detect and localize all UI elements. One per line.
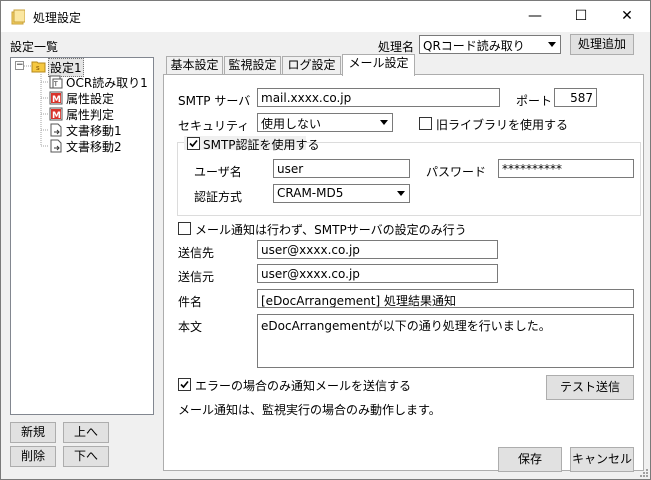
from-label: 送信元 — [178, 270, 215, 284]
auth-method-value: CRAM-MD5 — [277, 186, 344, 200]
auth-method-select[interactable]: CRAM-MD5 — [273, 184, 410, 203]
attribute-judge-icon: M — [49, 107, 63, 121]
from-input[interactable]: user@xxxx.co.jp — [257, 264, 498, 283]
tree-item-label: OCR読み取り1 — [66, 76, 148, 90]
close-button[interactable]: ✕ — [604, 1, 650, 31]
username-label: ユーザ名 — [194, 165, 242, 179]
port-label: ポート — [516, 94, 553, 108]
auth-method-label: 認証方式 — [194, 190, 243, 204]
process-name-value: QRコード読み取り — [423, 39, 525, 53]
move-down-button[interactable]: 下へ — [63, 446, 109, 467]
smtp-server-label: SMTP サーバ — [178, 94, 251, 108]
checkmark-icon — [189, 139, 198, 148]
dropdown-arrow-icon — [393, 185, 409, 202]
process-name-select[interactable]: QRコード読み取り — [419, 35, 561, 54]
checkmark-icon — [180, 380, 189, 389]
smtp-server-input[interactable]: mail.xxxx.co.jp — [257, 88, 500, 107]
minimize-icon: — — [528, 8, 542, 24]
cancel-button[interactable]: キャンセル — [570, 447, 634, 472]
smtp-auth-checkbox[interactable] — [187, 137, 200, 150]
settings-tree[interactable]: − s 設定1 T OCR読み取り1 M 属性設定 M 属性判定 文書移動1 文… — [10, 57, 154, 415]
error-only-label: エラーの場合のみ通知メールを送信する — [195, 379, 412, 393]
maximize-icon: ☐ — [574, 8, 588, 24]
smtp-only-checkbox[interactable] — [178, 222, 191, 235]
move-up-button[interactable]: 上へ — [63, 422, 109, 443]
body-textarea[interactable]: eDocArrangementが以下の通り処理を行いました。 — [257, 314, 634, 368]
tree-item-label: 文書移動2 — [66, 140, 122, 154]
error-only-checkbox[interactable] — [178, 378, 191, 391]
tab-log-settings[interactable]: ログ設定 — [282, 56, 341, 75]
svg-text:T: T — [53, 81, 58, 88]
folder-icon: s — [31, 61, 46, 73]
title-bar: 処理設定 — ☐ ✕ — [1, 1, 650, 32]
mail-note: メール通知は、監視実行の場合のみ動作します。 — [178, 403, 441, 417]
settings-list-title: 設定一覧 — [10, 40, 59, 54]
svg-text:s: s — [36, 64, 40, 72]
ocr-icon: T — [49, 75, 63, 89]
tree-collapse-toggle[interactable]: − — [15, 61, 24, 70]
resize-grip-icon[interactable] — [638, 467, 649, 478]
dropdown-arrow-icon — [544, 36, 560, 53]
collapse-icon: − — [16, 60, 24, 70]
document-move-icon — [50, 139, 62, 153]
tree-item-label: 属性判定 — [66, 108, 115, 122]
security-label: セキュリティ — [178, 119, 250, 133]
new-button[interactable]: 新規 — [10, 422, 56, 443]
subject-label: 件名 — [178, 295, 203, 309]
security-value: 使用しない — [261, 117, 322, 131]
tab-mail-settings[interactable]: メール設定 — [342, 54, 415, 76]
tree-item-label: 属性設定 — [66, 92, 115, 106]
minimize-button[interactable]: — — [512, 1, 558, 31]
settings-window: 処理設定 — ☐ ✕ 設定一覧 − s 設定1 T OCR読み取り1 M 属性設… — [0, 0, 651, 480]
smtp-auth-label: SMTP認証を使用する — [203, 138, 320, 152]
process-name-label: 処理名 — [378, 40, 415, 54]
test-send-button[interactable]: テスト送信 — [546, 375, 634, 400]
port-input[interactable]: 587 — [554, 88, 597, 107]
tab-monitor-settings[interactable]: 監視設定 — [224, 56, 281, 75]
add-process-button[interactable]: 処理追加 — [570, 34, 634, 55]
username-input[interactable]: user — [273, 159, 410, 178]
password-input[interactable]: ********** — [498, 159, 634, 178]
app-icon — [11, 9, 25, 25]
subject-input[interactable]: [eDocArrangement] 処理結果通知 — [257, 289, 634, 308]
svg-text:M: M — [52, 95, 61, 105]
to-label: 送信先 — [178, 246, 215, 260]
to-input[interactable]: user@xxxx.co.jp — [257, 240, 498, 259]
svg-text:M: M — [52, 111, 61, 121]
password-label: パスワード — [426, 165, 487, 179]
tree-item-label: 文書移動1 — [66, 124, 122, 138]
body-label: 本文 — [178, 320, 203, 334]
old-library-checkbox[interactable] — [419, 117, 432, 130]
security-select[interactable]: 使用しない — [257, 113, 393, 132]
delete-button[interactable]: 削除 — [10, 446, 56, 467]
save-button[interactable]: 保存 — [498, 447, 562, 472]
window-title: 処理設定 — [33, 11, 82, 25]
smtp-auth-group — [177, 142, 641, 216]
dropdown-arrow-icon — [376, 114, 392, 131]
maximize-button[interactable]: ☐ — [558, 1, 604, 31]
old-library-label: 旧ライブラリを使用する — [436, 118, 569, 132]
document-move-icon — [50, 123, 62, 137]
tab-basic-settings[interactable]: 基本設定 — [166, 56, 223, 75]
smtp-only-label: メール通知は行わず、SMTPサーバの設定のみ行う — [195, 223, 467, 237]
close-icon: ✕ — [621, 8, 633, 24]
attribute-icon: M — [49, 91, 63, 105]
